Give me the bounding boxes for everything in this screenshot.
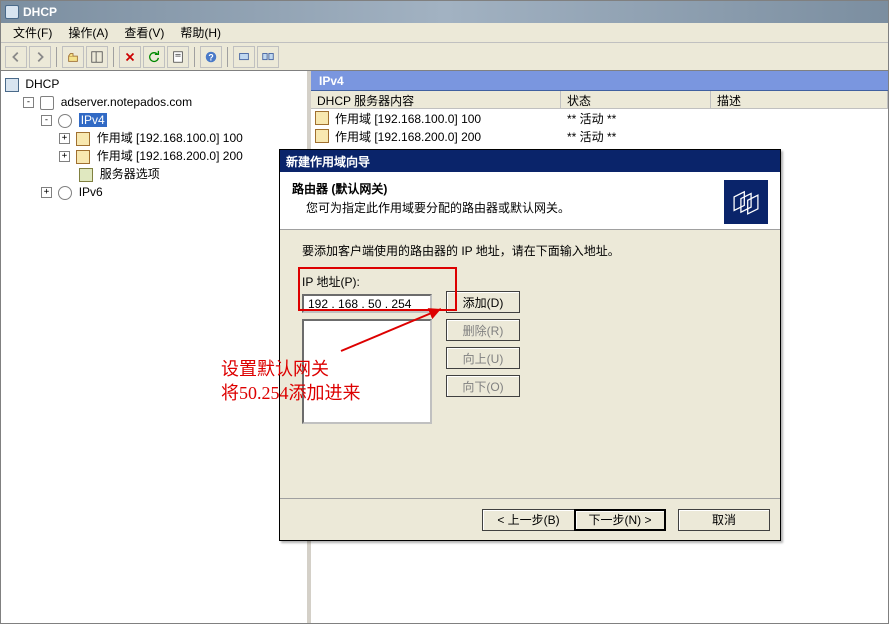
tree-scope-100[interactable]: + 作用域 [192.168.100.0] 100 (59, 129, 307, 147)
toolbar-separator (194, 47, 195, 67)
row-name: 作用域 [192.168.200.0] 200 (329, 128, 561, 145)
titlebar-text: DHCP (23, 5, 57, 19)
scope-icon (76, 150, 90, 164)
wizard-header: 路由器 (默认网关) 您可为指定此作用域要分配的路由器或默认网关。 (280, 172, 780, 230)
tree-root-label: DHCP (25, 77, 59, 91)
app-icon (5, 5, 19, 19)
tree-options-label: 服务器选项 (100, 167, 160, 181)
up-button[interactable] (62, 46, 84, 68)
wizard-desc: 您可为指定此作用域要分配的路由器或默认网关。 (306, 199, 724, 216)
refresh-button[interactable] (143, 46, 165, 68)
show-hide-button[interactable] (86, 46, 108, 68)
collapse-icon[interactable]: - (23, 97, 34, 108)
annotation-line1: 设置默认网关 (221, 355, 329, 381)
help-button[interactable]: ? (200, 46, 222, 68)
annotation-arrow-icon (331, 301, 461, 361)
titlebar: DHCP (1, 1, 888, 23)
menu-help[interactable]: 帮助(H) (180, 24, 221, 41)
cancel-button[interactable]: 取消 (678, 509, 770, 531)
toolbar: ? (1, 43, 888, 71)
col-state[interactable]: 状态 (561, 91, 711, 108)
toolbar-separator (227, 47, 228, 67)
col-desc[interactable]: 描述 (711, 91, 888, 108)
scope-icon (76, 132, 90, 146)
tree-scope2-label: 作用域 [192.168.200.0] 200 (97, 149, 243, 163)
next-button[interactable]: 下一步(N) > (574, 509, 666, 531)
ipv4-icon (58, 114, 72, 128)
col-content[interactable]: DHCP 服务器内容 (311, 91, 561, 108)
wizard-titlebar: 新建作用域向导 (280, 150, 780, 172)
tree-scope-200[interactable]: + 作用域 [192.168.200.0] 200 (59, 147, 307, 165)
annotation-line2: 将50.254添加进来 (221, 379, 361, 405)
delete-button[interactable] (119, 46, 141, 68)
expand-icon[interactable]: + (59, 133, 70, 144)
tree-ipv4-label: IPv4 (79, 113, 107, 127)
back-button[interactable]: < 上一步(B) (482, 509, 574, 531)
tree-scope1-label: 作用域 [192.168.100.0] 100 (97, 131, 243, 145)
dhcp-icon (5, 78, 19, 92)
options-icon (79, 168, 93, 182)
tree-pane[interactable]: DHCP - adserver.notepados.com - IPv4 (1, 71, 311, 623)
svg-text:?: ? (208, 52, 213, 62)
tree-root[interactable]: DHCP - adserver.notepados.com - IPv4 (5, 75, 307, 201)
row-state: ** 活动 ** (561, 128, 711, 145)
toolbar-separator (113, 47, 114, 67)
menu-action[interactable]: 操作(A) (68, 24, 108, 41)
wizard-footer: < 上一步(B) 下一步(N) > 取消 (280, 498, 780, 540)
scope-icon (315, 129, 329, 143)
wizard-head: 路由器 (默认网关) (292, 180, 724, 197)
extra-button-1[interactable] (233, 46, 255, 68)
collapse-icon[interactable]: - (41, 115, 52, 126)
scope-icon (315, 111, 329, 125)
menu-view[interactable]: 查看(V) (124, 24, 164, 41)
expand-icon[interactable]: + (41, 187, 52, 198)
tree-server-label: adserver.notepados.com (61, 95, 192, 109)
list-row[interactable]: 作用域 [192.168.100.0] 100 ** 活动 ** (311, 109, 888, 127)
list-header: IPv4 (311, 71, 888, 91)
wizard-title: 新建作用域向导 (286, 153, 370, 170)
list-heading: IPv4 (319, 74, 344, 88)
back-button[interactable] (5, 46, 27, 68)
expand-icon[interactable]: + (59, 151, 70, 162)
menubar: 文件(F) 操作(A) 查看(V) 帮助(H) (1, 23, 888, 43)
forward-button[interactable] (29, 46, 51, 68)
export-button[interactable] (167, 46, 189, 68)
list-row[interactable]: 作用域 [192.168.200.0] 200 ** 活动 ** (311, 127, 888, 145)
list-columns: DHCP 服务器内容 状态 描述 (311, 91, 888, 109)
tree-server[interactable]: - adserver.notepados.com - IPv4 (23, 93, 307, 201)
tree-ipv6-label: IPv6 (79, 185, 103, 199)
ipv6-icon (58, 186, 72, 200)
tree-ipv4[interactable]: - IPv4 + 作用域 [192.168.100.0] 100 (41, 111, 307, 183)
tree-ipv6[interactable]: + IPv6 (41, 183, 307, 201)
extra-button-2[interactable] (257, 46, 279, 68)
down-button: 向下(O) (446, 375, 520, 397)
row-name: 作用域 [192.168.100.0] 100 (329, 110, 561, 127)
tree-server-options[interactable]: 服务器选项 (59, 165, 307, 183)
server-icon (40, 96, 54, 110)
wizard-instruction: 要添加客户端使用的路由器的 IP 地址，请在下面输入地址。 (302, 242, 758, 259)
row-state: ** 活动 ** (561, 110, 711, 127)
toolbar-separator (56, 47, 57, 67)
main-window: DHCP 文件(F) 操作(A) 查看(V) 帮助(H) ? DHCP (0, 0, 889, 624)
menu-file[interactable]: 文件(F) (13, 24, 52, 41)
wizard-banner-icon (724, 180, 768, 224)
